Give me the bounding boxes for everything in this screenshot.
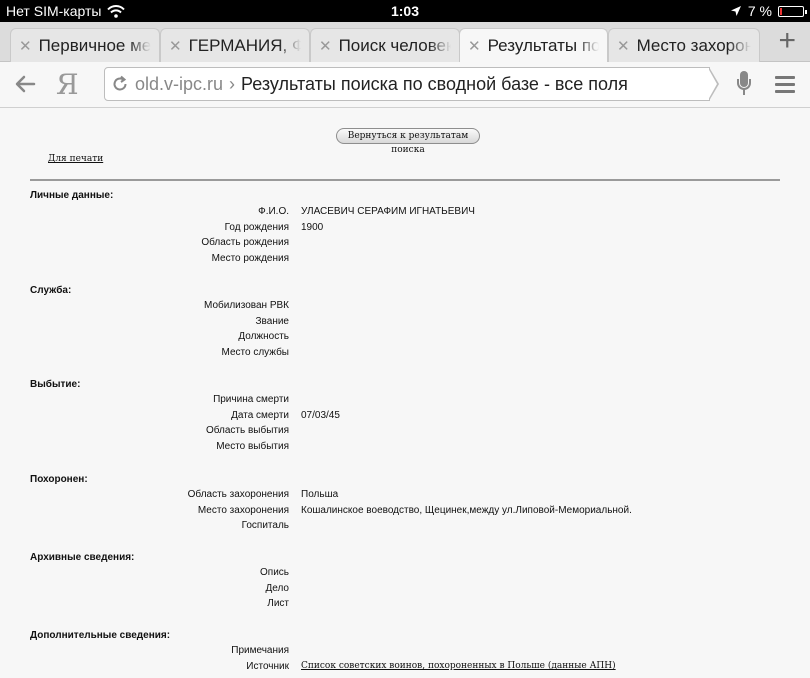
field-value: УЛАСЕВИЧ СЕРАФИМ ИГНАТЬЕВИЧ <box>301 206 475 217</box>
field-row: Источник Список советских воинов, похорон… <box>0 661 810 675</box>
source-link[interactable]: Список советских воинов, похороненных в … <box>301 661 616 671</box>
field-label: Год рождения <box>224 222 289 233</box>
field-value: Польша <box>301 489 339 500</box>
field-label: Место захоронения <box>197 505 289 516</box>
field-row: Место службы <box>0 347 810 361</box>
field-row: Место захоронения Кошалинское воеводство,… <box>0 505 810 519</box>
breadcrumb-separator: › <box>229 73 236 94</box>
return-to-results-button[interactable]: Вернуться к результатам поиска <box>336 128 480 155</box>
field-label: Причина смерти <box>213 394 289 405</box>
section-title-archive: Архивные сведения: <box>30 552 135 563</box>
field-value: 07/03/45 <box>301 410 340 421</box>
divider <box>30 179 780 181</box>
tab-label: Место захороне <box>636 35 751 55</box>
field-label: Лист <box>267 598 289 609</box>
field-row: Лист <box>0 598 810 612</box>
tab-2[interactable]: ✕ Поиск человека <box>310 28 460 62</box>
reload-icon[interactable] <box>111 75 129 93</box>
tab-strip: ✕ Первичное мест ✕ ГЕРМАНИЯ, Фе ✕ Поиск … <box>0 22 810 63</box>
field-row: Дата смерти 07/03/45 <box>0 410 810 424</box>
field-row: Область выбытия <box>0 425 810 439</box>
url-page-title: Результаты поиска по сводной базе - все … <box>241 73 628 94</box>
location-arrow-icon <box>730 6 741 16</box>
print-link[interactable]: Для печати <box>48 154 103 164</box>
wifi-icon <box>107 4 126 18</box>
battery-percent: 7 % <box>747 3 772 19</box>
tab-3[interactable]: ✕ Результаты пои <box>459 28 608 63</box>
section-title-personal: Личные данные: <box>30 190 114 201</box>
field-row: Год рождения 1900 <box>0 222 810 236</box>
address-bar-arrow <box>708 67 719 101</box>
field-label: Область рождения <box>201 237 289 248</box>
carrier-label: Нет SIM-карты <box>6 3 102 19</box>
field-label: Место службы <box>221 347 289 358</box>
field-row: Место выбытия <box>0 441 810 455</box>
field-row: Звание <box>0 316 810 330</box>
status-bar-left: Нет SIM-карты <box>6 3 126 19</box>
url-domain: old.v-ipc.ru <box>135 73 224 94</box>
close-tab-icon[interactable]: ✕ <box>169 37 182 55</box>
field-label: Примечания <box>231 645 289 656</box>
field-label: Звание <box>255 316 289 327</box>
field-value: Кошалинское воеводство, Щецинек,между ул… <box>301 505 632 516</box>
field-label: Опись <box>260 567 289 578</box>
section-title-service: Служба: <box>30 285 72 296</box>
yandex-logo-icon[interactable]: Я <box>56 68 79 101</box>
field-label: Дело <box>265 583 289 594</box>
tab-1[interactable]: ✕ ГЕРМАНИЯ, Фе <box>160 28 310 62</box>
field-row: Область рождения <box>0 237 810 251</box>
field-label: Место выбытия <box>216 441 289 452</box>
close-tab-icon[interactable]: ✕ <box>319 37 332 55</box>
field-label: Мобилизован РВК <box>204 300 289 311</box>
back-arrow-icon[interactable] <box>14 73 36 95</box>
field-label: Госпиталь <box>241 520 289 531</box>
field-label: Область захоронения <box>187 489 289 500</box>
field-label: Область выбытия <box>205 425 289 436</box>
tab-label: Первичное мест <box>38 35 151 55</box>
field-value: 1900 <box>301 222 324 233</box>
field-row: Место рождения <box>0 253 810 267</box>
tab-label: Результаты пои <box>487 36 599 55</box>
field-row: Должность <box>0 331 810 345</box>
field-label: Ф.И.О. <box>258 206 289 217</box>
field-label: Дата смерти <box>231 410 289 421</box>
field-row: Примечания <box>0 645 810 659</box>
close-tab-icon[interactable]: ✕ <box>468 37 481 55</box>
close-tab-icon[interactable]: ✕ <box>617 37 630 55</box>
tab-label: ГЕРМАНИЯ, Фе <box>188 35 301 55</box>
section-title-departure: Выбытие: <box>30 379 81 390</box>
section-title-burial: Похоронен: <box>30 474 88 485</box>
field-row: Госпиталь <box>0 520 810 534</box>
page-content: Вернуться к результатам поиска Для печат… <box>0 108 810 678</box>
section-title-additional: Дополнительные сведения: <box>30 630 171 641</box>
status-bar-right: 7 % <box>730 3 807 19</box>
field-label: Источник <box>246 661 289 672</box>
tab-0[interactable]: ✕ Первичное мест <box>10 28 160 62</box>
field-row: Мобилизован РВК <box>0 300 810 314</box>
address-bar[interactable]: old.v-ipc.ru › Результаты поиска по свод… <box>104 67 710 101</box>
field-label: Место рождения <box>211 253 289 264</box>
tab-label: Поиск человека <box>338 35 451 55</box>
menu-icon[interactable] <box>775 76 795 97</box>
field-row: Дело <box>0 583 810 597</box>
field-row: Область захоронения Польша <box>0 489 810 503</box>
field-row: Ф.И.О. УЛАСЕВИЧ СЕРАФИМ ИГНАТЬЕВИЧ <box>0 206 810 220</box>
status-bar: Нет SIM-карты 1:03 7 % <box>0 0 810 22</box>
field-row: Причина смерти <box>0 394 810 408</box>
tab-4[interactable]: ✕ Место захороне <box>608 28 760 62</box>
close-tab-icon[interactable]: ✕ <box>19 37 32 55</box>
battery-icon <box>778 5 807 17</box>
new-tab-button[interactable]: + <box>778 26 796 56</box>
microphone-icon[interactable] <box>737 71 751 97</box>
field-row: Опись <box>0 567 810 581</box>
battery-fill <box>780 7 782 15</box>
field-label: Должность <box>238 331 289 342</box>
browser-toolbar: Я old.v-ipc.ru › Результаты поиска по св… <box>0 62 810 108</box>
